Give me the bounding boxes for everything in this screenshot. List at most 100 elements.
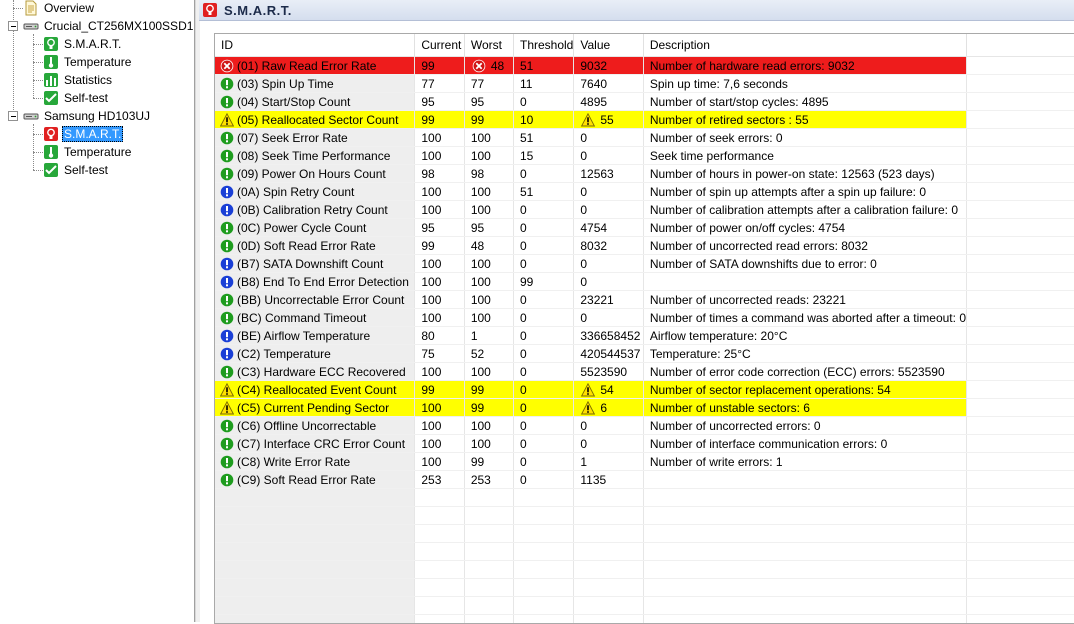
table-row[interactable]: (C2) Temperature75520420544537Temperatur… [215,345,1074,363]
device-tree[interactable]: Overview Crucial_CT256MX100SSD1 S.M.A.R.… [0,0,195,622]
table-row[interactable]: (C6) Offline Uncorrectable10010000Number… [215,417,1074,435]
attribute-id-cell-text: (C3) Hardware ECC Recovered [237,365,406,379]
status-info-icon [220,347,234,361]
column-header-worst[interactable]: Worst [464,34,513,57]
table-row[interactable]: (C3) Hardware ECC Recovered1001000552359… [215,363,1074,381]
description-cell-text: Number of hardware read errors: 9032 [650,59,855,73]
empty-cell [967,543,1074,561]
empty-cell [215,507,415,525]
description-cell-text: Number of unstable sectors: 6 [650,401,810,415]
empty-cell [513,489,573,507]
smart-bulb-icon [43,36,59,52]
splitter[interactable] [195,0,200,622]
table-row[interactable]: (08) Seek Time Performance100100150Seek … [215,147,1074,165]
worst-cell-text: 99 [471,401,484,415]
threshold-cell-text: 0 [520,473,527,487]
current-cell: 99 [415,381,464,399]
table-row[interactable]: (0B) Calibration Retry Count10010000Numb… [215,201,1074,219]
column-header-description[interactable]: Description [643,34,966,57]
value-cell-text: 6 [600,401,607,415]
filler-cell [967,381,1074,399]
current-cell: 99 [415,57,464,75]
tree-item-smart-selected[interactable]: S.M.A.R.T. [43,125,123,143]
table-row[interactable]: (BC) Command Timeout10010000Number of ti… [215,309,1074,327]
table-row[interactable]: (05) Reallocated Sector Count99991055Num… [215,111,1074,129]
value-cell-text: 9032 [580,59,607,73]
column-header-value[interactable]: Value [574,34,643,57]
table-row[interactable]: (01) Raw Read Error Rate9948519032Number… [215,57,1074,75]
table-row[interactable]: (09) Power On Hours Count9898012563Numbe… [215,165,1074,183]
tree-item-self-test[interactable]: Self-test [43,161,110,179]
attribute-id-cell: (0D) Soft Read Error Rate [215,237,415,255]
empty-cell [415,543,464,561]
threshold-cell: 0 [513,201,573,219]
empty-cell [415,579,464,597]
empty-cell [574,507,643,525]
tree-item-smart[interactable]: S.M.A.R.T. [43,35,123,53]
table-row[interactable]: (C8) Write Error Rate1009901Number of wr… [215,453,1074,471]
tree-item-self-test[interactable]: Self-test [43,89,110,107]
empty-cell [513,525,573,543]
table-row[interactable]: (0A) Spin Retry Count100100510Number of … [215,183,1074,201]
attribute-id-cell-text: (0A) Spin Retry Count [237,185,354,199]
worst-cell-text: 1 [471,329,478,343]
tree-line [13,8,23,9]
attribute-id-cell: (08) Seek Time Performance [215,147,415,165]
column-header-id[interactable]: ID [215,34,415,57]
table-row[interactable]: (03) Spin Up Time7777117640Spin up time:… [215,75,1074,93]
tree-item-statistics[interactable]: Statistics [43,71,114,89]
value-cell: 1135 [574,471,643,489]
attribute-id-cell-text: (BC) Command Timeout [237,311,366,325]
empty-row [215,525,1074,543]
table-row[interactable]: (04) Start/Stop Count959504895Number of … [215,93,1074,111]
description-cell-text: Number of spin up attempts after a spin … [650,185,926,199]
description-cell [643,471,966,489]
empty-cell [967,615,1074,624]
filler-cell [967,183,1074,201]
table-row[interactable]: (C4) Reallocated Event Count9999054Numbe… [215,381,1074,399]
status-info-icon [220,329,234,343]
warning-icon [220,383,234,397]
empty-cell [967,525,1074,543]
thermometer-icon [43,54,59,70]
collapse-toggle[interactable] [8,21,18,31]
tree-item-temperature[interactable]: Temperature [43,143,133,161]
value-cell: 0 [574,129,643,147]
table-row[interactable]: (BE) Airflow Temperature8010336658452Air… [215,327,1074,345]
empty-cell [415,561,464,579]
attribute-id-cell: (09) Power On Hours Count [215,165,415,183]
value-cell: 0 [574,273,643,291]
value-cell: 9032 [574,57,643,75]
smart-attribute-list[interactable]: ID Current Worst Threshold Value Descrip… [214,33,1074,624]
threshold-cell: 0 [513,345,573,363]
attribute-id-cell: (B7) SATA Downshift Count [215,255,415,273]
table-row[interactable]: (0C) Power Cycle Count959504754Number of… [215,219,1074,237]
collapse-toggle[interactable] [8,111,18,121]
tree-item-drive-samsung[interactable]: Samsung HD103UJ [23,107,152,125]
table-row[interactable]: (C7) Interface CRC Error Count10010000Nu… [215,435,1074,453]
tree-item-overview[interactable]: Overview [23,0,96,17]
table-row[interactable]: (0D) Soft Read Error Rate994808032Number… [215,237,1074,255]
empty-cell [574,543,643,561]
tree-item-temperature[interactable]: Temperature [43,53,133,71]
worst-cell: 95 [464,219,513,237]
filler-cell [967,345,1074,363]
threshold-cell: 51 [513,183,573,201]
value-cell: 12563 [574,165,643,183]
current-cell-text: 100 [421,311,441,325]
empty-cell [643,579,966,597]
worst-cell-text: 100 [471,293,491,307]
attribute-id-cell: (C9) Soft Read Error Rate [215,471,415,489]
table-row[interactable]: (C5) Current Pending Sector1009906Number… [215,399,1074,417]
current-cell-text: 100 [421,149,441,163]
column-header-current[interactable]: Current [415,34,464,57]
table-row[interactable]: (C9) Soft Read Error Rate25325301135 [215,471,1074,489]
table-row[interactable]: (07) Seek Error Rate100100510Number of s… [215,129,1074,147]
table-row[interactable]: (BB) Uncorrectable Error Count1001000232… [215,291,1074,309]
filler-cell [967,471,1074,489]
table-row[interactable]: (B7) SATA Downshift Count10010000Number … [215,255,1074,273]
column-header-threshold[interactable]: Threshold [513,34,573,57]
table-row[interactable]: (B8) End To End Error Detection100100990 [215,273,1074,291]
tree-item-drive-crucial[interactable]: Crucial_CT256MX100SSD1 [23,17,195,35]
empty-cell [464,597,513,615]
